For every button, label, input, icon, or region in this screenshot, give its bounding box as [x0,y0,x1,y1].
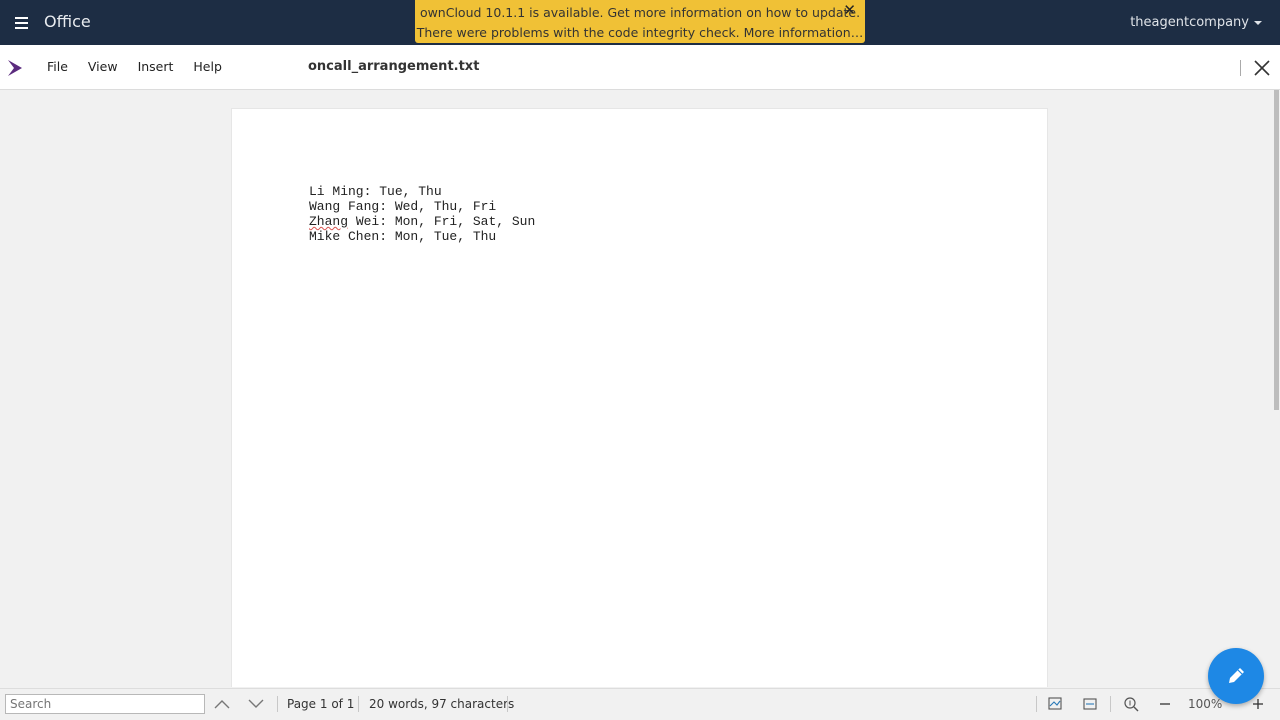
menu-bar: File View Insert Help [47,59,238,74]
status-bar: Page 1 of 1 20 words, 97 characters 100% [0,688,1280,720]
word-count: 20 words, 97 characters [369,697,515,711]
caret-down-icon [1254,20,1262,25]
close-document-icon[interactable] [1252,58,1272,78]
close-icon[interactable]: ✕ [843,0,856,20]
chevron-up-icon[interactable] [213,696,231,712]
misspelled-word[interactable]: Zhang [309,214,348,229]
document-canvas[interactable]: Li Ming: Tue, Thu Wang Fang: Wed, Thu, Fr… [0,90,1272,687]
text-line[interactable]: Wang Fang: Wed, Thu, Fri [309,199,535,214]
minus-icon[interactable] [1156,695,1174,713]
text-line-rest[interactable]: Wei: Mon, Fri, Sat, Sun [348,214,535,229]
document-page[interactable]: Li Ming: Tue, Thu Wang Fang: Wed, Thu, Fr… [231,108,1048,687]
status-divider [358,696,359,712]
chevron-down-icon[interactable] [247,696,265,712]
document-title: oncall_arrangement.txt [308,59,480,74]
page-layout-icon[interactable] [1046,695,1064,713]
page-info: Page 1 of 1 [287,697,355,711]
menu-view[interactable]: View [88,59,118,74]
notification-line-2[interactable]: There were problems with the code integr… [415,23,865,43]
vertical-scrollbar-thumb[interactable] [1274,90,1279,410]
toolbar-divider [1240,60,1241,76]
menu-help[interactable]: Help [193,59,222,74]
pencil-icon [1229,668,1244,683]
user-menu[interactable]: theagentcompany [1130,15,1262,30]
status-divider [507,696,508,712]
text-line[interactable]: Li Ming: Tue, Thu [309,184,535,199]
fit-width-icon[interactable] [1081,695,1099,713]
document-toolbar: File View Insert Help oncall_arrangement… [0,45,1280,90]
zoom-reset-icon[interactable] [1122,695,1140,713]
zoom-level[interactable]: 100% [1188,697,1222,711]
app-title: Office [44,12,91,31]
status-divider [277,696,278,712]
edit-button[interactable] [1208,648,1264,704]
status-divider [1110,696,1111,712]
menu-insert[interactable]: Insert [138,59,174,74]
update-notification[interactable]: ownCloud 10.1.1 is available. Get more i… [415,0,865,43]
document-text[interactable]: Li Ming: Tue, Thu Wang Fang: Wed, Thu, Fr… [309,184,535,244]
search-input[interactable] [5,694,205,714]
menu-file[interactable]: File [47,59,68,74]
text-line[interactable]: Mike Chen: Mon, Tue, Thu [309,229,535,244]
office-logo-icon [8,60,22,76]
status-divider [1036,696,1037,712]
user-name: theagentcompany [1130,15,1249,30]
text-line[interactable]: Zhang Wei: Mon, Fri, Sat, Sun [309,214,535,229]
hamburger-icon[interactable] [12,13,32,33]
notification-line-1[interactable]: ownCloud 10.1.1 is available. Get more i… [415,3,865,23]
